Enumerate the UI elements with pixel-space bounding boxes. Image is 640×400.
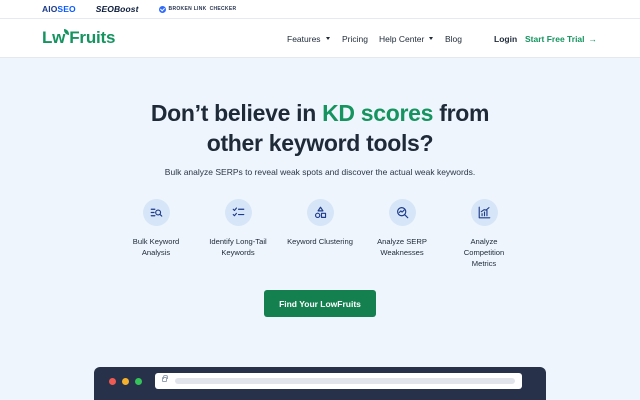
address-bar: [155, 373, 522, 389]
feature-keyword-clustering: Keyword Clustering: [279, 199, 361, 247]
feature-label-line1: Analyze SERP: [377, 237, 427, 246]
feature-analyze-competition-metrics: Analyze Competition Metrics: [443, 199, 525, 269]
hero-subtitle: Bulk analyze SERPs to reveal weak spots …: [164, 167, 476, 177]
cta-label: Find Your LowFruits: [279, 298, 361, 309]
feature-list: Bulk Keyword Analysis Identify Long-Tail…: [0, 199, 640, 279]
checklist-icon: [232, 207, 244, 217]
seoboost-logo-text: SEOBoost: [95, 4, 139, 14]
nav-features-label: Features: [287, 33, 321, 44]
browser-mockup: [94, 367, 546, 400]
login-label: Login: [494, 33, 518, 44]
aioseo-logo[interactable]: AIO SEO: [42, 4, 76, 14]
feature-label-line1: Bulk Keyword: [132, 237, 180, 246]
feature-icon-circle: [224, 199, 252, 226]
feature-label: Keyword Clustering: [279, 236, 361, 247]
caret-down-icon: [429, 37, 434, 40]
window-close-dot: [109, 378, 116, 385]
nav-help-center[interactable]: Help Center: [379, 19, 434, 58]
window-minimize-dot: [122, 378, 129, 385]
feature-label-line2: Keywords: [221, 248, 255, 257]
address-placeholder: [175, 378, 515, 384]
feature-analyze-serp-weaknesses: Analyze SERP Weaknesses: [361, 199, 443, 258]
caret-down-icon: [325, 37, 330, 40]
feature-label: Identify Long-Tail Keywords: [197, 236, 279, 258]
login-link[interactable]: Login: [494, 19, 517, 58]
feature-label-line1: Analyze: [470, 237, 498, 246]
feature-bulk-keyword-analysis: Bulk Keyword Analysis: [115, 199, 197, 258]
feature-label-line2: Weaknesses: [380, 248, 424, 257]
broken-link-checker-logo[interactable]: BROKEN LINK CHECKER: [158, 5, 237, 13]
arrow-right-icon: →: [588, 33, 598, 44]
nav-blog-label: Blog: [445, 33, 463, 44]
nav-blog[interactable]: Blog: [445, 19, 462, 58]
magnify-chart-icon: [396, 207, 408, 219]
shapes-icon: [314, 206, 326, 219]
feature-identify-long-tail: Identify Long-Tail Keywords: [197, 199, 279, 258]
bulk-search-icon: [150, 208, 162, 217]
aioseo-logo-suffix: SEO: [57, 4, 76, 14]
lowfruits-logo[interactable]: Lw Fruits: [42, 28, 115, 48]
nav-pricing-label: Pricing: [342, 33, 368, 44]
logo-text-l: Lw: [42, 28, 66, 47]
feature-label-line1: Keyword Clustering: [287, 237, 353, 246]
feature-label: Analyze Competition Metrics: [443, 236, 525, 269]
nav-features[interactable]: Features: [287, 19, 330, 58]
partner-strip: AIO SEO SEOBoost BROKEN LINK CHECKER: [0, 0, 640, 19]
start-free-trial-link[interactable]: Start Free Trial →: [525, 19, 597, 58]
hero-title: Don’t believe in KD scores from other ke…: [0, 98, 640, 158]
broken-link-checker-suffix: CHECKER: [209, 6, 237, 12]
feature-icon-circle: [306, 199, 334, 226]
feature-label-line2: Competition: [463, 248, 505, 257]
feature-label: Bulk Keyword Analysis: [115, 236, 197, 258]
broken-link-checker-text: BROKEN LINK: [168, 6, 207, 12]
feature-label-line2: Analysis: [141, 248, 171, 257]
hero-title-line2: other keyword tools?: [206, 130, 434, 156]
hero-title-part2: from: [433, 100, 490, 126]
nav-help-center-label: Help Center: [379, 33, 425, 44]
growth-chart-icon: [478, 206, 490, 219]
seoboost-logo[interactable]: SEOBoost: [96, 4, 139, 14]
feature-label-line3: Metrics: [471, 259, 497, 268]
feature-label: Analyze SERP Weaknesses: [361, 236, 443, 258]
start-free-trial-label: Start Free Trial: [525, 33, 585, 44]
nav-pricing[interactable]: Pricing: [342, 19, 368, 58]
aioseo-logo-prefix: AIO: [42, 4, 58, 14]
main-navbar: Lw Fruits Features Pricing Help Center B…: [0, 19, 640, 58]
logo-text-rest: Fruits: [69, 28, 116, 47]
feature-label-line1: Identify Long-Tail: [209, 237, 267, 246]
hero-title-part1: Don’t believe in: [150, 100, 323, 126]
feature-icon-circle: [470, 199, 498, 226]
hero-title-accent: KD scores: [322, 100, 434, 126]
find-your-lowfruits-button[interactable]: Find Your LowFruits: [264, 290, 376, 317]
window-maximize-dot: [135, 378, 142, 385]
feature-icon-circle: [388, 199, 416, 226]
check-badge-icon: [158, 5, 166, 13]
lock-icon: [162, 375, 168, 382]
feature-icon-circle: [142, 199, 170, 226]
